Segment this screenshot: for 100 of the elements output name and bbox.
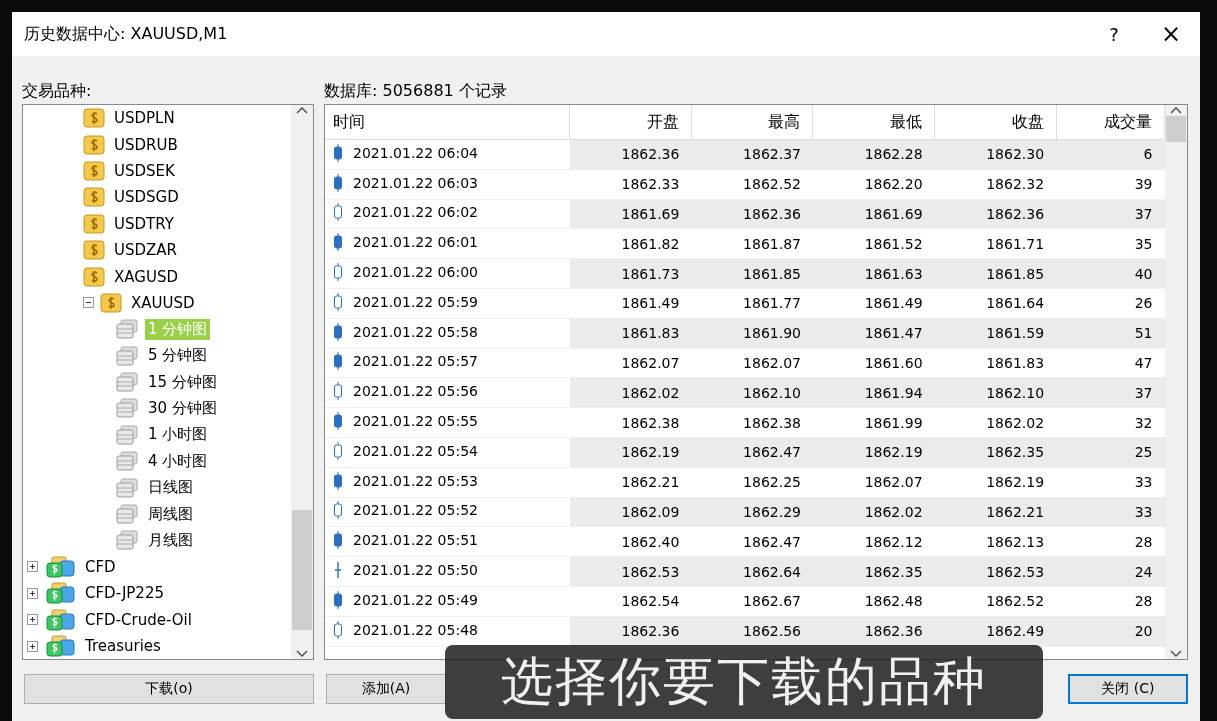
- table-cell: 1861.71: [934, 228, 1057, 259]
- scroll-up-icon[interactable]: [296, 107, 308, 114]
- table-cell: 1862.35: [934, 437, 1057, 468]
- table-cell: 37: [1056, 377, 1165, 408]
- scroll-down-icon[interactable]: [296, 650, 308, 657]
- candle-icon: [333, 322, 343, 341]
- collapse-icon[interactable]: [83, 297, 94, 309]
- table-cell: 6: [1056, 139, 1165, 170]
- table-cell: 1862.29: [691, 497, 813, 527]
- close-button[interactable]: 关闭 (C): [1068, 674, 1188, 704]
- tree-item[interactable]: USDRUB: [111, 134, 181, 155]
- tree-item[interactable]: 4 小时图: [145, 450, 211, 472]
- subtitle-caption: 选择你要下载的品种: [445, 645, 1043, 719]
- scroll-down-icon[interactable]: [1170, 650, 1182, 657]
- dollar-coin-icon: [83, 213, 105, 234]
- table-cell: 1862.07: [691, 348, 813, 378]
- close-button[interactable]: ×: [1142, 20, 1200, 48]
- table-cell: 1862.07: [569, 348, 692, 378]
- table-cell: 1861.59: [934, 318, 1057, 349]
- expand-icon[interactable]: [27, 614, 38, 626]
- expand-icon[interactable]: [27, 640, 38, 652]
- column-header[interactable]: 开盘: [569, 105, 692, 140]
- folder-coins-icon: [44, 555, 76, 578]
- column-header[interactable]: 成交量: [1056, 105, 1165, 140]
- column-header[interactable]: 时间: [325, 105, 570, 140]
- scrollbar[interactable]: [291, 105, 313, 659]
- time-text: 2021.01.22 05:48: [353, 621, 478, 638]
- column-header[interactable]: 最高: [691, 105, 813, 140]
- table-cell: 1862.02: [813, 497, 935, 527]
- table-cell: 1861.69: [569, 199, 692, 229]
- table-cell: 1862.56: [691, 616, 813, 647]
- table-cell: 1862.48: [813, 586, 935, 617]
- table-cell: 1861.60: [813, 348, 935, 378]
- tree-item[interactable]: USDSEK: [111, 160, 178, 181]
- time-text: 2021.01.22 06:04: [353, 144, 478, 161]
- tree-item[interactable]: Treasuries: [82, 636, 164, 656]
- tree-item[interactable]: CFD-JP225: [82, 583, 167, 604]
- add-button[interactable]: 添加(A): [326, 674, 446, 704]
- table-cell: 51: [1056, 318, 1165, 349]
- table-cell: 1862.02: [569, 377, 692, 408]
- table-cell: 1862.33: [569, 169, 692, 200]
- expand-icon[interactable]: [27, 587, 38, 599]
- dollar-coin-icon: [83, 266, 105, 287]
- table-cell: 20: [1056, 616, 1165, 647]
- table-cell: 1862.36: [813, 616, 935, 647]
- table-cell: 1862.10: [691, 377, 813, 408]
- tree-item[interactable]: XAUUSD: [128, 292, 198, 313]
- tree-item[interactable]: 15 分钟图: [145, 371, 220, 393]
- table-cell: 1861.83: [569, 318, 692, 349]
- table-cell: 1862.21: [569, 467, 692, 498]
- table-cell: 37: [1056, 199, 1165, 229]
- scrollbar-thumb[interactable]: [1166, 116, 1186, 142]
- tree-item[interactable]: USDSGD: [111, 187, 182, 208]
- candle-icon: [333, 412, 343, 431]
- table-cell: 1862.54: [569, 586, 692, 617]
- tree-item[interactable]: 周线图: [145, 503, 196, 525]
- table-cell: 1861.73: [569, 258, 692, 289]
- table-cell: 1862.32: [934, 169, 1057, 200]
- database-icon: [115, 398, 139, 419]
- table-cell: 1862.37: [691, 139, 813, 170]
- table-cell: 39: [1056, 169, 1165, 200]
- table-cell: 1861.52: [813, 228, 935, 259]
- symbols-label: 交易品种:: [22, 80, 93, 102]
- tree-item[interactable]: USDZAR: [111, 240, 180, 261]
- table-cell: 1862.40: [569, 526, 692, 557]
- table-cell: 35: [1056, 228, 1165, 259]
- help-button[interactable]: ?: [1086, 23, 1142, 45]
- tree-item[interactable]: 日线图: [145, 477, 196, 499]
- folder-coins-icon: [44, 608, 76, 631]
- scrollbar[interactable]: [1165, 105, 1187, 659]
- table-cell: 1862.19: [934, 467, 1057, 498]
- candle-icon: [333, 620, 343, 639]
- window-title: 历史数据中心: XAUUSD,M1: [24, 23, 229, 45]
- tree-item[interactable]: 1 小时图: [145, 424, 211, 446]
- folder-coins-icon: [44, 582, 76, 605]
- tree-item[interactable]: CFD-Crude-Oil: [82, 609, 195, 630]
- scroll-up-icon[interactable]: [1170, 107, 1182, 114]
- candle-icon: [333, 382, 343, 401]
- database-icon: [115, 372, 139, 393]
- tree-item[interactable]: USDPLN: [111, 108, 178, 129]
- table-cell: 33: [1056, 497, 1165, 527]
- tree-item[interactable]: 5 分钟图: [145, 345, 211, 367]
- table-cell: 1862.12: [813, 526, 935, 557]
- table-cell: 1862.09: [569, 497, 692, 527]
- download-button[interactable]: 下载(o): [24, 674, 314, 704]
- table-cell: 1861.77: [691, 288, 813, 319]
- tree-item[interactable]: XAGUSD: [111, 266, 181, 287]
- time-text: 2021.01.22 06:03: [353, 174, 478, 191]
- database-icon: [115, 477, 139, 498]
- tree-item[interactable]: 30 分钟图: [145, 398, 220, 419]
- column-header[interactable]: 收盘: [934, 105, 1057, 140]
- table-cell: 1862.64: [691, 556, 813, 587]
- expand-icon[interactable]: [27, 561, 38, 573]
- tree-item[interactable]: 月线图: [145, 529, 196, 551]
- tree-item[interactable]: CFD: [82, 556, 119, 577]
- column-header[interactable]: 最低: [813, 105, 935, 140]
- table-cell: 1861.49: [569, 288, 692, 319]
- scrollbar-thumb[interactable]: [292, 510, 312, 630]
- tree-item[interactable]: USDTRY: [111, 213, 177, 234]
- table-cell: 1861.49: [813, 288, 935, 319]
